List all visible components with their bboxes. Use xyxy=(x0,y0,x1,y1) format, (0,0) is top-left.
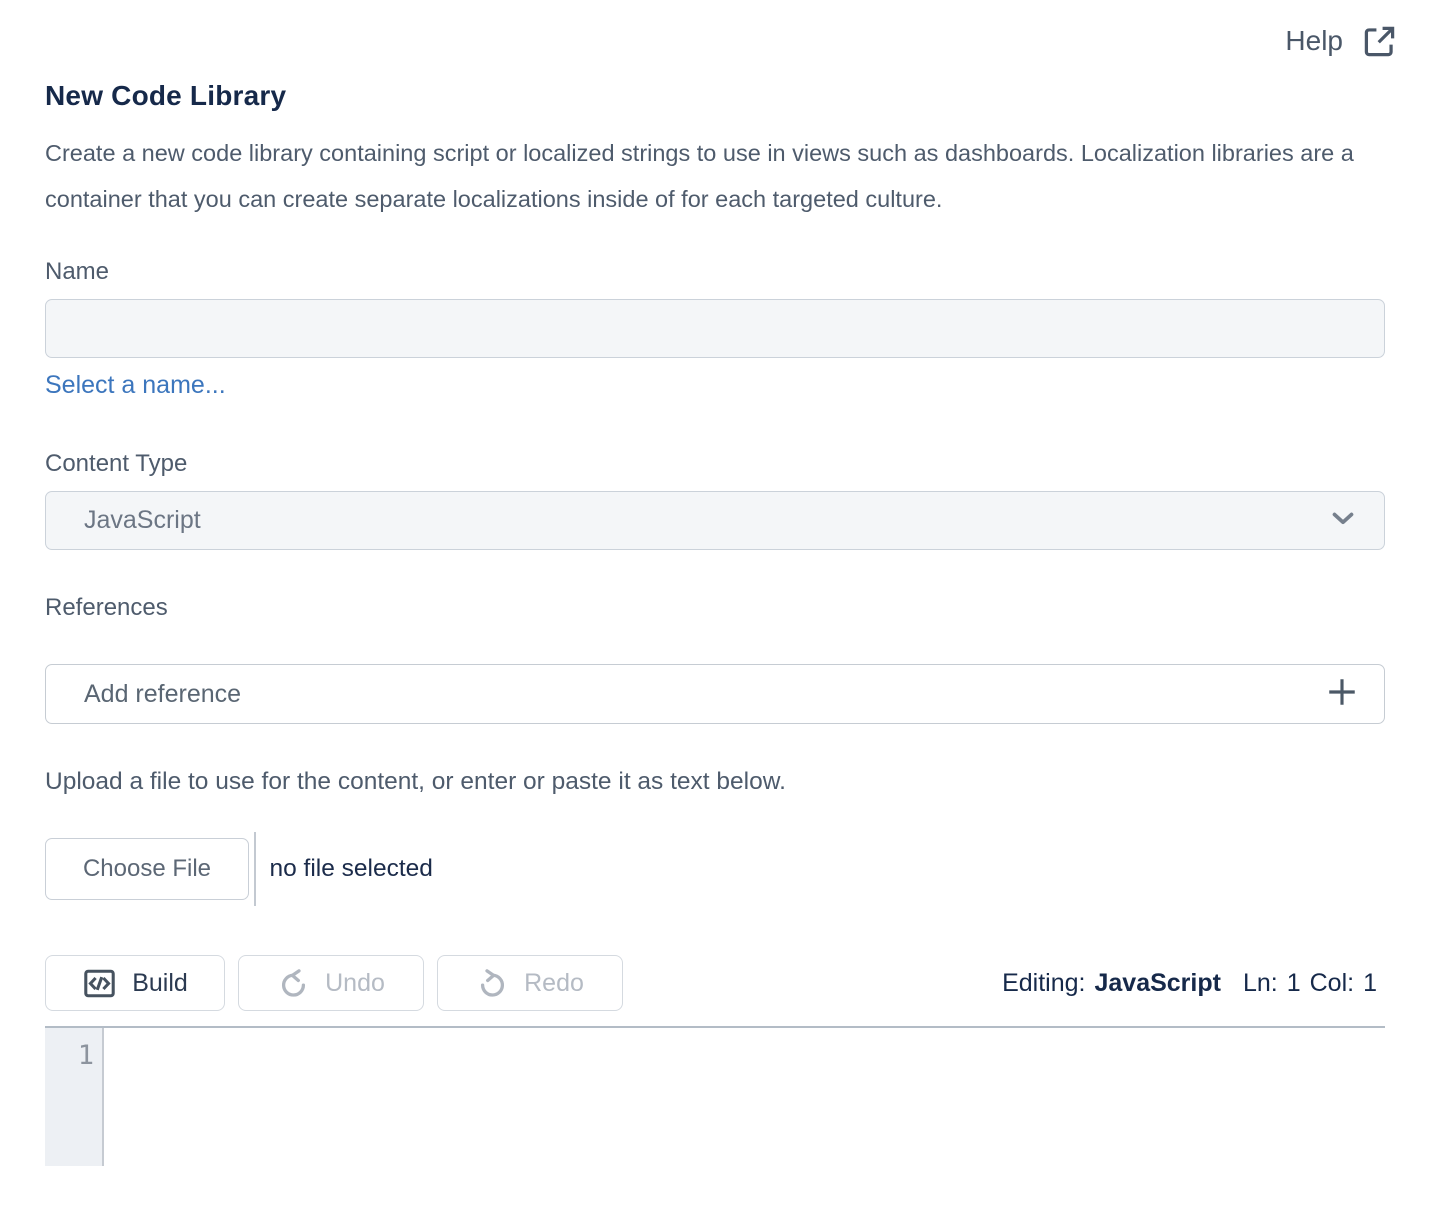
help-label: Help xyxy=(1285,25,1343,57)
line-value: 1 xyxy=(1287,969,1301,998)
content-type-label: Content Type xyxy=(45,450,1385,478)
code-brackets-icon xyxy=(82,966,117,1001)
col-label: Col: xyxy=(1310,969,1354,998)
undo-button[interactable]: Undo xyxy=(238,955,424,1011)
undo-arrow-icon xyxy=(277,967,310,1000)
editor-text-area[interactable] xyxy=(104,1028,1385,1166)
col-value: 1 xyxy=(1363,969,1377,998)
add-reference-field[interactable]: Add reference xyxy=(45,664,1385,724)
editor-gutter: 1 xyxy=(45,1028,104,1166)
editing-label: Editing: xyxy=(1002,969,1085,998)
code-editor: 1 xyxy=(45,1026,1385,1166)
editing-language: JavaScript xyxy=(1094,969,1220,998)
add-reference-placeholder: Add reference xyxy=(84,680,241,709)
line-label: Ln: xyxy=(1243,969,1278,998)
page-title: New Code Library xyxy=(45,80,1385,112)
references-label: References xyxy=(45,594,1385,622)
choose-file-button[interactable]: Choose File xyxy=(45,838,249,900)
content-type-select[interactable]: JavaScript xyxy=(45,491,1385,550)
plus-icon xyxy=(1324,674,1360,715)
upload-instruction: Upload a file to use for the content, or… xyxy=(45,768,1385,796)
file-input-divider xyxy=(254,832,256,906)
no-file-selected-text: no file selected xyxy=(270,855,433,883)
content-type-selected-value: JavaScript xyxy=(84,506,201,535)
external-link-icon xyxy=(1361,23,1398,60)
redo-button[interactable]: Redo xyxy=(437,955,623,1011)
name-input[interactable] xyxy=(45,299,1385,358)
chevron-down-icon xyxy=(1326,501,1360,540)
page-description: Create a new code library containing scr… xyxy=(45,130,1375,222)
name-label: Name xyxy=(45,258,1385,286)
undo-button-label: Undo xyxy=(325,969,385,998)
redo-button-label: Redo xyxy=(524,969,584,998)
build-button[interactable]: Build xyxy=(45,955,225,1011)
build-button-label: Build xyxy=(132,969,188,998)
redo-arrow-icon xyxy=(476,967,509,1000)
editing-status: Editing: JavaScript Ln: 1 Col: 1 xyxy=(1002,969,1377,998)
line-number: 1 xyxy=(78,1040,94,1071)
help-link[interactable]: Help xyxy=(0,0,1432,60)
select-a-name-link[interactable]: Select a name... xyxy=(45,371,226,400)
